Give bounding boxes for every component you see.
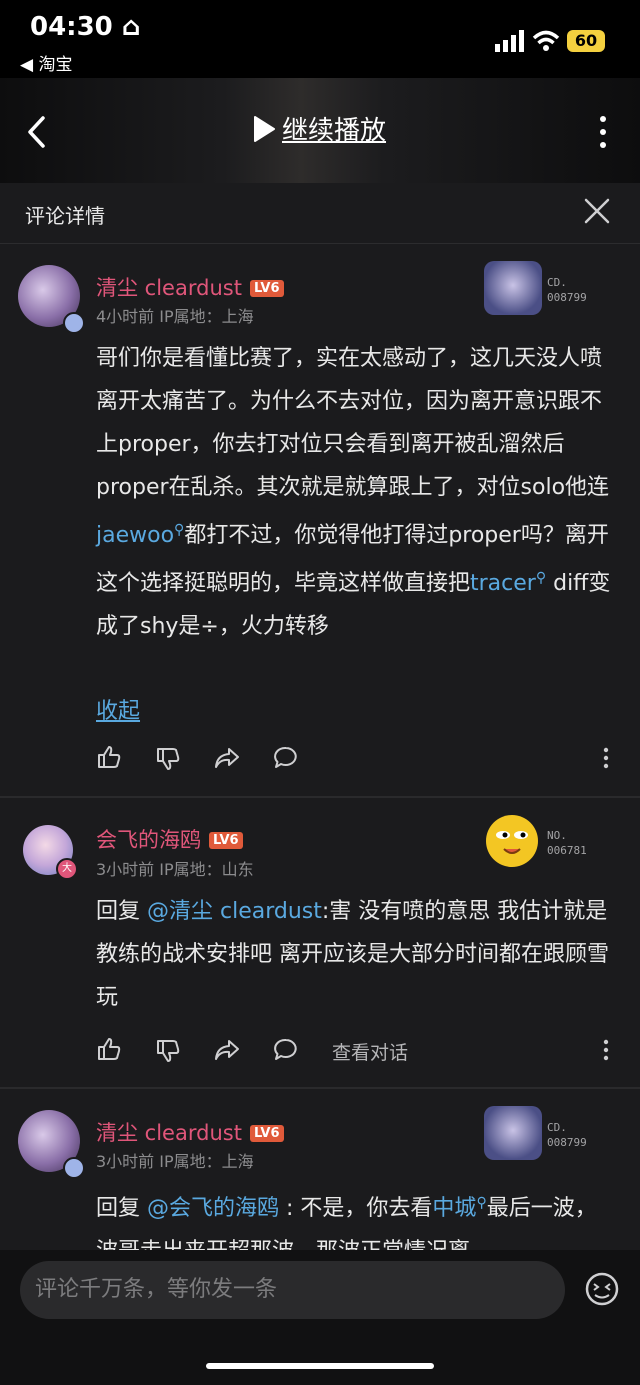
home-indicator <box>206 1363 434 1369</box>
view-conversation-button[interactable]: 查看对话 <box>332 1038 408 1065</box>
comment-meta: 4小时前 IP属地：上海 <box>96 307 254 326</box>
home-icon: ⌂ <box>121 12 141 42</box>
verified-badge-icon <box>63 312 85 334</box>
continue-play-button[interactable]: 继续播放 <box>252 110 386 147</box>
fan-medal-number: CD. 008799 <box>547 276 587 304</box>
level-badge: LV6 <box>249 1125 284 1142</box>
verified-badge-icon <box>63 1157 85 1179</box>
fan-medal-number: CD. 008799 <box>547 1121 587 1149</box>
comment-text: 哥们你是看懂比赛了，实在太感动了，这几天没人喷离开太痛苦了。为什么不去对位，因为… <box>96 346 611 639</box>
search-icon: ⚲ <box>476 1195 487 1211</box>
collapse-link[interactable]: 收起 <box>96 693 140 725</box>
more-options-icon[interactable] <box>597 115 609 149</box>
reply-icon[interactable] <box>273 745 299 771</box>
comment-username[interactable]: 会飞的海鸥 LV6 <box>96 824 243 854</box>
divider <box>0 1087 640 1089</box>
comment-meta: 3小时前 IP属地：山东 <box>96 860 254 879</box>
battery-indicator: 60 <box>567 30 605 52</box>
dislike-icon[interactable] <box>155 1038 181 1064</box>
divider <box>0 796 640 798</box>
status-time: 04:30 ⌂ <box>30 12 141 42</box>
continue-play-label: 继续播放 <box>282 116 387 146</box>
emoji-medal-icon <box>486 815 538 867</box>
signal-icon <box>495 30 524 52</box>
comment-meta: 3小时前 IP属地：上海 <box>96 1152 254 1171</box>
search-icon: ⚲ <box>535 570 547 586</box>
search-icon: ⚲ <box>174 522 185 538</box>
search-keyword-link[interactable]: 中城⚲ <box>432 1195 487 1221</box>
share-icon[interactable] <box>214 745 240 771</box>
mention-link[interactable]: @清尘 cleardust <box>147 899 322 924</box>
reply-icon[interactable] <box>273 1037 299 1063</box>
comment-username[interactable]: 清尘 cleardust LV6 <box>96 1117 284 1147</box>
back-arrow-icon[interactable] <box>25 115 47 149</box>
dislike-icon[interactable] <box>155 746 181 772</box>
play-icon <box>254 115 275 142</box>
comment-text: 回复 @会飞的海鸥 : 不是，你去看中城⚲最后一波，波哥走出来开超那波，那波正常… <box>96 1195 597 1250</box>
emoji-icon[interactable] <box>584 1271 620 1307</box>
comment-more-icon[interactable] <box>601 1039 611 1061</box>
fan-medal-number: NO. 006781 <box>547 829 587 857</box>
comment-text: 回复 @清尘 cleardust:害 没有喷的意思 我估计就是教练的战术安排吧 … <box>96 899 609 1010</box>
comment-input[interactable]: 评论千万条，等你发一条 <box>20 1261 565 1319</box>
search-keyword-link[interactable]: tracer⚲ <box>470 570 547 596</box>
comment-username[interactable]: 清尘 cleardust LV6 <box>96 272 284 302</box>
level-badge: LV6 <box>249 280 284 297</box>
fan-medal-image <box>484 1106 542 1160</box>
section-title: 评论详情 <box>25 204 105 228</box>
share-icon[interactable] <box>214 1037 240 1063</box>
level-badge: LV6 <box>209 832 243 849</box>
search-keyword-link[interactable]: jaewoo⚲ <box>96 522 185 548</box>
like-icon[interactable] <box>96 744 122 770</box>
comment-more-icon[interactable] <box>601 747 611 769</box>
vip-badge-icon: 大 <box>56 858 78 880</box>
wifi-icon <box>532 30 560 51</box>
back-to-app-link[interactable]: ◀ 淘宝 <box>20 50 72 75</box>
mention-link[interactable]: @会飞的海鸥 <box>147 1196 279 1221</box>
fan-medal-image <box>484 261 542 315</box>
like-icon[interactable] <box>96 1036 122 1062</box>
close-icon[interactable] <box>584 198 610 224</box>
